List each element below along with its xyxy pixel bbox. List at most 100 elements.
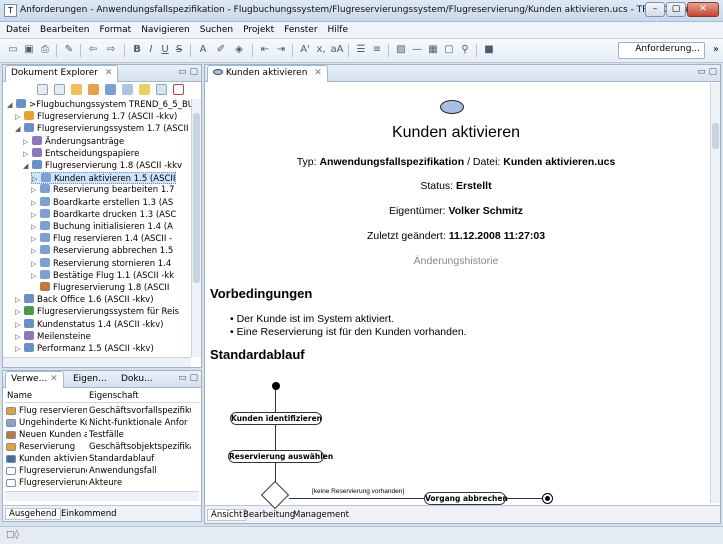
expand-arrow-icon[interactable]: ▷	[31, 258, 40, 270]
expand-arrow-icon[interactable]: ▷	[15, 331, 24, 343]
menu-navigieren[interactable]: Navigieren	[137, 22, 196, 38]
expand-arrow-icon[interactable]: ◢	[15, 123, 24, 135]
table-row[interactable]: Flugreservierung/...Akteure	[5, 477, 189, 489]
tree-item[interactable]: ▷ Flug reservieren 1.4 (ASCII -	[31, 233, 172, 245]
tab-verwendungen[interactable]: Verwe... ✕	[5, 371, 64, 388]
panel-minmax-icon[interactable]: ▭ ▢	[697, 67, 717, 77]
tree-item[interactable]: ▷ Flugreservierungssystem für Reis	[15, 306, 179, 318]
save-icon[interactable]: ▣	[22, 43, 36, 57]
filter-icon[interactable]	[88, 84, 99, 95]
expand-arrow-icon[interactable]: ▷	[15, 306, 24, 318]
properties-hscroll[interactable]	[5, 491, 199, 501]
refresh-icon[interactable]	[122, 84, 133, 95]
menu-fenster[interactable]: Fenster	[280, 22, 323, 38]
expand-arrow-icon[interactable]: ▷	[31, 197, 40, 209]
table-row[interactable]: Kunden aktivierenStandardablauf	[5, 453, 189, 465]
indent-icon[interactable]: ⇥	[274, 43, 288, 57]
col-name-header[interactable]: Name	[7, 391, 32, 401]
perspective-switcher[interactable]: Anforderung...	[618, 42, 705, 59]
collapse-all-icon[interactable]	[37, 84, 48, 95]
bookmark-icon[interactable]	[139, 84, 150, 95]
tree-item[interactable]: ◢ >Flugbuchungssystem TREND_6_5_BU	[7, 99, 191, 111]
expand-arrow-icon[interactable]: ▷	[32, 173, 41, 185]
close-icon[interactable]: ✕	[105, 68, 113, 78]
tree-item[interactable]: ▷ Meilensteine	[15, 330, 91, 343]
tree-item[interactable]: ▷ Reservierung abbrechen 1.5	[31, 245, 173, 257]
editor-vscroll[interactable]	[710, 83, 720, 503]
italic-icon[interactable]: I	[144, 43, 158, 57]
diagram-node-vorgang-abbrechen[interactable]: Vorgang abbrechen	[424, 492, 508, 505]
history-link[interactable]: Änderungshistorie	[206, 255, 706, 267]
frame-icon[interactable]: ▢	[442, 43, 456, 57]
tree-item[interactable]: Flugreservierung 1.8 (ASCII	[31, 282, 169, 294]
tree-item[interactable]: ▷ Boardkarte erstellen 1.3 (AS	[31, 196, 173, 209]
tree-item[interactable]: ▷ Entscheidungspapiere	[23, 147, 139, 160]
expand-arrow-icon[interactable]: ▷	[15, 319, 24, 331]
folder-icon[interactable]	[71, 84, 82, 95]
tab-management[interactable]: Management	[293, 510, 349, 520]
expand-arrow-icon[interactable]: ▷	[31, 221, 40, 233]
panel-minmax-icon[interactable]: ▭ ▢	[178, 373, 198, 383]
search-icon[interactable]	[173, 84, 184, 95]
menu-bearbeiten[interactable]: Bearbeiten	[36, 22, 95, 38]
table-icon[interactable]: ▦	[426, 43, 440, 57]
edit-icon[interactable]: ✎	[62, 43, 76, 57]
expand-arrow-icon[interactable]: ◢	[23, 160, 32, 172]
tree-item[interactable]: ▷ Flugreservierung 1.7 (ASCII -kkv)	[15, 111, 177, 123]
tab-bearbeitung[interactable]: Bearbeitung	[243, 510, 295, 520]
tab-dokument-explorer[interactable]: Dokument Explorer ✕	[5, 65, 119, 82]
font-color-icon[interactable]: A	[196, 43, 210, 57]
panel-minmax-icon[interactable]: ▭ ▢	[178, 67, 198, 77]
link-icon[interactable]: ⚲	[458, 43, 472, 57]
tree-item[interactable]: ▷ Back Office 1.6 (ASCII -kkv)	[15, 294, 154, 306]
diagram-node-kunden-identifizieren[interactable]: Kunden identifizieren	[230, 412, 322, 425]
minimize-button[interactable]: –	[645, 2, 665, 17]
underline-icon[interactable]: U	[158, 43, 172, 57]
menu-hilfe[interactable]: Hilfe	[324, 22, 354, 38]
tree-item[interactable]: ▷ Buchung initialisieren 1.4 (A	[31, 221, 173, 233]
image-icon[interactable]: ▨	[394, 43, 408, 57]
close-icon[interactable]: ✕	[314, 68, 322, 78]
expand-arrow-icon[interactable]: ▷	[15, 343, 24, 355]
tab-ausgehend[interactable]: Ausgehend	[5, 508, 61, 520]
close-icon[interactable]: ✕	[50, 374, 58, 384]
tree-item[interactable]: ▷ Reservierung bearbeiten 1.7	[31, 184, 174, 196]
tab-dokumentation[interactable]: Doku...	[115, 371, 159, 388]
strikethrough-icon[interactable]: S	[172, 43, 186, 57]
new-icon[interactable]: ▭	[6, 43, 20, 57]
tree-item[interactable]: ◢ Flugreservierungssystem 1.7 (ASCII	[15, 123, 189, 135]
expand-arrow-icon[interactable]: ▷	[23, 148, 32, 160]
fill-icon[interactable]: ◈	[232, 43, 246, 57]
superscript-icon[interactable]: A'	[298, 43, 312, 57]
menu-datei[interactable]: Datei	[2, 22, 36, 38]
toolbar-overflow-icon[interactable]: »	[713, 44, 719, 55]
table-row[interactable]: Ungehinderte Ko...Nicht-funktionale Anfo…	[5, 417, 189, 429]
link-editor-icon[interactable]	[54, 84, 65, 95]
tree-item[interactable]: ◢ Flugreservierung 1.8 (ASCII -kkv	[23, 160, 182, 172]
layout-icon[interactable]	[156, 84, 167, 95]
table-row[interactable]: Flugreservierung/...Anwendungsfall	[5, 465, 189, 477]
line-icon[interactable]: —	[410, 43, 424, 57]
block-icon[interactable]: ■	[482, 43, 496, 57]
outdent-icon[interactable]: ⇤	[258, 43, 272, 57]
case-icon[interactable]: aA	[330, 43, 344, 57]
tree-item[interactable]: ▷ Bestätige Flug 1.1 (ASCII -kk	[31, 269, 174, 282]
print-icon[interactable]: ⎙	[38, 43, 52, 57]
explorer-vscroll-thumb[interactable]	[193, 113, 200, 283]
tab-kunden-aktivieren[interactable]: Kunden aktivieren ✕	[207, 65, 328, 82]
tab-einkommend[interactable]: Einkommend	[61, 509, 117, 519]
bold-icon[interactable]: B	[130, 43, 144, 57]
editor-vscroll-thumb[interactable]	[712, 123, 719, 149]
maximize-button[interactable]: ▢	[666, 2, 686, 17]
table-row[interactable]: Reservierung Geschäftsobjektspezifikat	[5, 441, 191, 453]
expand-arrow-icon[interactable]: ▷	[31, 184, 40, 196]
menu-format[interactable]: Format	[95, 22, 137, 38]
tab-eigenschaften[interactable]: Eigen...	[67, 371, 113, 388]
tree-item[interactable]: ▷ Kunden aktivieren 1.5 (ASCII	[31, 172, 177, 185]
explorer-hscroll[interactable]	[3, 357, 191, 367]
close-button[interactable]: ✕	[687, 2, 719, 17]
view-menu-icon[interactable]	[105, 84, 116, 95]
expand-arrow-icon[interactable]: ▷	[15, 294, 24, 306]
tab-ansicht[interactable]: Ansicht	[207, 509, 247, 521]
highlight-icon[interactable]: ✐	[214, 43, 228, 57]
